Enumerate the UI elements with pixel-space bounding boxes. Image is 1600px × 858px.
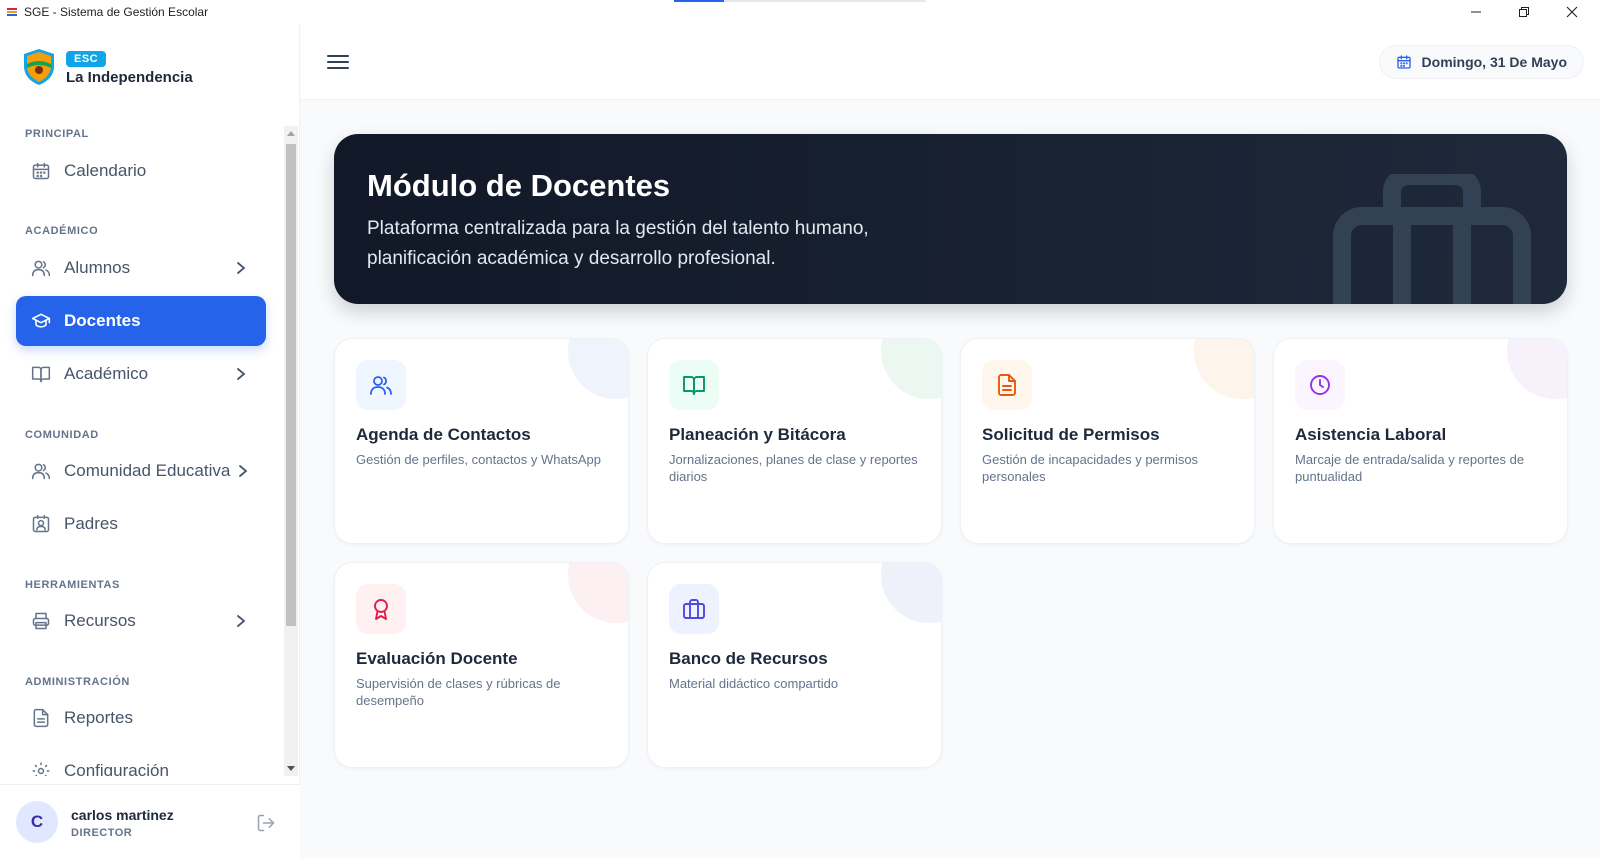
sidebar-item-padres[interactable]: Padres <box>16 499 266 549</box>
sidebar: ESC La Independencia PRINCIPAL Calendari… <box>0 24 300 858</box>
sidebar-scrollbar[interactable] <box>284 126 298 776</box>
minimize-button[interactable] <box>1452 0 1500 24</box>
card-title: Banco de Recursos <box>669 649 828 668</box>
sidebar-item-calendario[interactable]: Calendario <box>16 146 266 196</box>
sidebar-item-reportes[interactable]: Reportes <box>16 693 266 743</box>
restore-button[interactable] <box>1500 0 1548 24</box>
card-description: Supervisión de clases y rúbricas de dese… <box>356 676 561 708</box>
section-title-herramientas: HERRAMIENTAS <box>25 579 120 591</box>
book-open-icon <box>30 363 52 385</box>
sidebar-item-label: Docentes <box>64 311 141 330</box>
sidebar-item-label: Padres <box>64 514 118 533</box>
sidebar-item-label: Alumnos <box>64 258 131 277</box>
card-title: Evaluación Docente <box>356 649 518 668</box>
section-title-principal: PRINCIPAL <box>25 128 89 140</box>
clock-icon <box>1310 375 1330 395</box>
card-description: Jornalizaciones, planes de clase y repor… <box>669 452 918 484</box>
sidebar-item-comunidad-educativa[interactable]: Comunidad Educativa <box>16 446 266 496</box>
window-titlebar: SGE - Sistema de Gestión Escolar <box>0 0 1600 24</box>
briefcase-icon <box>683 599 705 619</box>
users-icon <box>30 257 52 279</box>
calendar-icon <box>30 160 52 182</box>
school-name: La Independencia <box>66 68 193 86</box>
card-asistencia-laboral[interactable]: Asistencia Laboral Marcaje de entrada/sa… <box>1273 338 1568 544</box>
card-title: Solicitud de Permisos <box>982 425 1160 444</box>
users-icon <box>30 460 52 482</box>
sidebar-nav: PRINCIPAL Calendario ACADÉMICO Alumnos D… <box>0 120 282 776</box>
card-description: Material didáctico compartido <box>669 676 839 691</box>
award-icon <box>374 599 388 620</box>
card-solicitud-permisos[interactable]: Solicitud de Permisos Gestión de incapac… <box>960 338 1255 544</box>
card-title: Asistencia Laboral <box>1295 425 1447 444</box>
scroll-down-arrow-icon[interactable] <box>284 762 298 776</box>
avatar[interactable]: C <box>16 801 58 843</box>
card-banco-recursos[interactable]: Banco de Recursos Material didáctico com… <box>647 562 942 768</box>
sidebar-item-label: Académico <box>64 364 149 383</box>
card-agenda-contactos[interactable]: Agenda de Contactos Gestión de perfiles,… <box>334 338 629 544</box>
school-badge: ESC <box>66 50 107 67</box>
scroll-up-arrow-icon[interactable] <box>284 126 298 140</box>
sidebar-item-label: Recursos <box>64 611 136 630</box>
chevron-right-icon <box>237 615 246 627</box>
page-subtitle: Plataforma centralizada para la gestión … <box>367 218 869 269</box>
sidebar-item-label: Configuración <box>64 761 169 776</box>
app-icon <box>6 6 18 18</box>
loading-indicator <box>674 0 926 2</box>
sidebar-item-docentes[interactable]: Docentes <box>16 296 266 346</box>
scrollbar-thumb[interactable] <box>286 144 296 626</box>
date-text: Domingo, 31 De Mayo <box>1421 54 1567 70</box>
minimize-icon <box>1471 11 1481 13</box>
sidebar-item-label: Reportes <box>64 708 133 727</box>
section-title-comunidad: COMUNIDAD <box>25 429 99 441</box>
close-icon <box>1566 6 1578 18</box>
user-role: DIRECTOR <box>71 827 133 839</box>
user-panel: C carlos martinez DIRECTOR <box>0 784 300 858</box>
graduation-cap-icon <box>30 310 52 332</box>
logout-icon[interactable] <box>256 813 276 833</box>
sidebar-item-label: Calendario <box>64 161 147 180</box>
card-title: Agenda de Contactos <box>356 425 531 444</box>
book-open-icon <box>683 376 705 395</box>
section-title-academico: ACADÉMICO <box>25 225 99 237</box>
gear-icon <box>30 760 52 776</box>
section-title-administracion: ADMINISTRACIÓN <box>25 676 130 688</box>
chevron-right-icon <box>239 465 248 477</box>
card-title: Planeación y Bitácora <box>669 425 846 444</box>
brand[interactable]: ESC La Independencia <box>22 48 193 86</box>
file-text-icon <box>30 707 52 729</box>
sidebar-item-label: Comunidad Educativa <box>64 461 231 480</box>
module-hero-banner: Módulo de Docentes Plataforma centraliza… <box>334 134 1567 304</box>
window-title: SGE - Sistema de Gestión Escolar <box>24 5 209 19</box>
school-logo-icon <box>24 49 54 85</box>
card-planeacion-bitacora[interactable]: Planeación y Bitácora Jornalizaciones, p… <box>647 338 942 544</box>
page-title: Módulo de Docentes <box>367 168 671 203</box>
sidebar-item-configuracion[interactable]: Configuración <box>16 746 266 776</box>
chevron-right-icon <box>237 368 246 380</box>
sidebar-item-alumnos[interactable]: Alumnos <box>16 243 266 293</box>
sidebar-item-academico[interactable]: Académico <box>16 349 266 399</box>
file-text-icon <box>998 374 1016 396</box>
chevron-right-icon <box>237 262 246 274</box>
restore-icon <box>1519 7 1529 17</box>
user-name: carlos martinez <box>71 807 174 823</box>
card-description: Gestión de incapacidades y permisos pers… <box>982 452 1199 484</box>
card-description: Gestión de perfiles, contactos y WhatsAp… <box>356 452 601 467</box>
card-description: Marcaje de entrada/salida y reportes de … <box>1295 452 1525 484</box>
close-button[interactable] <box>1548 0 1596 24</box>
card-evaluacion-docente[interactable]: Evaluación Docente Supervisión de clases… <box>334 562 629 768</box>
sidebar-item-recursos[interactable]: Recursos <box>16 596 266 646</box>
menu-toggle-icon[interactable] <box>327 52 349 72</box>
briefcase-icon <box>1333 174 1531 304</box>
printer-icon <box>30 610 52 632</box>
top-header: Domingo, 31 De Mayo <box>301 24 1600 100</box>
users-icon <box>370 376 392 395</box>
calendar-icon <box>1396 55 1411 69</box>
date-display: Domingo, 31 De Mayo <box>1378 45 1584 79</box>
contact-card-icon <box>30 513 52 535</box>
